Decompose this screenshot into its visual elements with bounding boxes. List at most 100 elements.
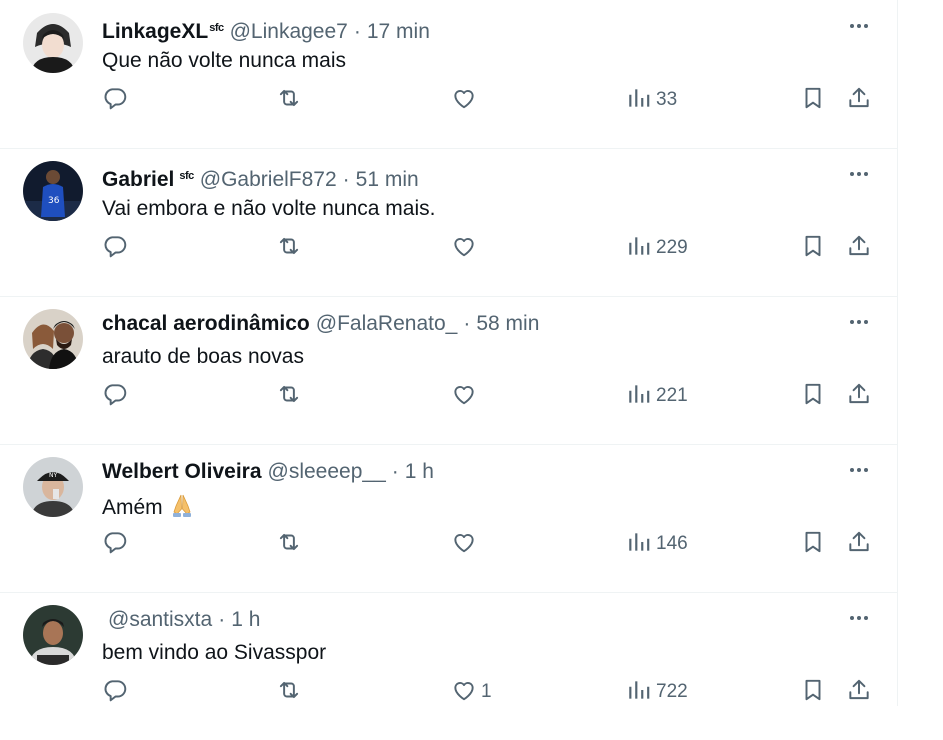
avatar[interactable]: 36	[23, 161, 83, 221]
tweet-text: arauto de boas novas	[102, 345, 304, 368]
user-handle[interactable]: @GabrielF872	[200, 168, 337, 191]
views-count: 146	[656, 533, 688, 554]
affiliate-badge: sfc	[179, 170, 194, 182]
avatar[interactable]	[23, 13, 83, 73]
retweet-button[interactable]	[276, 674, 302, 710]
bookmark-button[interactable]	[800, 674, 826, 710]
tweet-header: chacal aerodinâmico @FalaRenato_ · 58 min	[102, 311, 837, 337]
views-button[interactable]: 146	[626, 526, 688, 562]
like-icon	[451, 677, 477, 708]
timestamp[interactable]: 1 h	[231, 608, 260, 631]
retweet-button[interactable]	[276, 526, 302, 562]
tweet[interactable]: chacal aerodinâmico @FalaRenato_ · 58 min a…	[0, 296, 897, 445]
more-icon[interactable]	[847, 606, 871, 630]
avatar[interactable]: NY	[23, 457, 83, 517]
share-button[interactable]	[846, 82, 872, 118]
views-button[interactable]: 229	[626, 230, 688, 266]
share-icon	[846, 233, 872, 264]
timestamp[interactable]: 51 min	[356, 168, 419, 191]
share-icon	[846, 529, 872, 560]
reply-button[interactable]	[102, 378, 128, 414]
timestamp[interactable]: 58 min	[476, 312, 539, 335]
action-bar: 221	[0, 378, 897, 414]
avatar[interactable]	[23, 309, 83, 369]
reply-icon	[102, 233, 128, 264]
tweet-text: Amém	[102, 496, 163, 519]
views-button[interactable]: 221	[626, 378, 688, 414]
share-button[interactable]	[846, 674, 872, 710]
views-count: 33	[656, 89, 678, 110]
like-icon	[451, 233, 477, 264]
tweet-text: Vai embora e não volte nunca mais.	[102, 197, 436, 220]
views-icon	[626, 677, 652, 708]
user-handle[interactable]: @Linkagee7	[230, 20, 348, 43]
display-name[interactable]: Welbert Oliveira	[102, 460, 262, 483]
more-icon[interactable]	[847, 14, 871, 38]
user-handle[interactable]: @santisxta	[108, 608, 212, 631]
retweet-button[interactable]	[276, 82, 302, 118]
svg-text:36: 36	[48, 196, 60, 206]
retweet-icon	[276, 529, 302, 560]
views-button[interactable]: 722	[626, 674, 688, 710]
action-bar: 229	[0, 230, 897, 266]
reply-button[interactable]	[102, 526, 128, 562]
reply-button[interactable]	[102, 674, 128, 710]
user-handle[interactable]: @FalaRenato_	[316, 312, 458, 335]
tweet-header: LinkageXLsfc @Linkagee7 · 17 min	[102, 15, 837, 43]
retweet-button[interactable]	[276, 378, 302, 414]
display-name[interactable]: Gabriel	[102, 168, 174, 191]
action-bar: 1 722	[0, 674, 897, 710]
bookmark-icon	[800, 529, 826, 560]
views-icon	[626, 233, 652, 264]
share-button[interactable]	[846, 526, 872, 562]
like-button[interactable]: 1	[451, 674, 492, 710]
svg-text:NY: NY	[49, 472, 57, 479]
more-icon[interactable]	[847, 162, 871, 186]
tweet-header: Gabriel sfc @GabrielF872 · 51 min	[102, 163, 837, 191]
tweet-header: @santisxta · 1 h	[102, 607, 837, 633]
like-button[interactable]	[451, 378, 481, 414]
reply-icon	[102, 85, 128, 116]
tweet[interactable]: @santisxta · 1 h bem vindo ao Sivasspor 1 …	[0, 592, 897, 740]
avatar[interactable]	[23, 605, 83, 665]
reply-icon	[102, 529, 128, 560]
share-button[interactable]	[846, 378, 872, 414]
share-icon	[846, 381, 872, 412]
separator: ·	[218, 608, 226, 631]
bookmark-button[interactable]	[800, 230, 826, 266]
views-icon	[626, 85, 652, 116]
more-icon[interactable]	[847, 310, 871, 334]
tweet[interactable]: NY Welbert Oliveira @sleeeep__ · 1 h Amém 1…	[0, 444, 897, 593]
timestamp[interactable]: 17 min	[367, 20, 430, 43]
bookmark-button[interactable]	[800, 378, 826, 414]
share-button[interactable]	[846, 230, 872, 266]
bookmark-button[interactable]	[800, 82, 826, 118]
tweet-text: Que não volte nunca mais	[102, 49, 346, 72]
action-bar: 146	[0, 526, 897, 562]
reply-button[interactable]	[102, 230, 128, 266]
like-count: 1	[481, 681, 492, 702]
like-button[interactable]	[451, 82, 481, 118]
retweet-icon	[276, 85, 302, 116]
reply-icon	[102, 677, 128, 708]
bookmark-icon	[800, 677, 826, 708]
timestamp[interactable]: 1 h	[405, 460, 434, 483]
tweet-header: Welbert Oliveira @sleeeep__ · 1 h	[102, 459, 837, 485]
retweet-button[interactable]	[276, 230, 302, 266]
reply-button[interactable]	[102, 82, 128, 118]
like-button[interactable]	[451, 230, 481, 266]
display-name[interactable]: chacal aerodinâmico	[102, 312, 310, 335]
views-icon	[626, 529, 652, 560]
user-handle[interactable]: @sleeeep__	[268, 460, 386, 483]
reply-icon	[102, 381, 128, 412]
share-icon	[846, 677, 872, 708]
display-name[interactable]: LinkageXL	[102, 20, 208, 43]
views-button[interactable]: 33	[626, 82, 677, 118]
bookmark-button[interactable]	[800, 526, 826, 562]
tweet[interactable]: LinkageXLsfc @Linkagee7 · 17 min Que não vo…	[0, 0, 897, 149]
more-icon[interactable]	[847, 458, 871, 482]
bookmark-icon	[800, 381, 826, 412]
retweet-icon	[276, 677, 302, 708]
like-button[interactable]	[451, 526, 481, 562]
tweet[interactable]: 36 Gabriel sfc @GabrielF872 · 51 min Vai emb…	[0, 148, 897, 297]
